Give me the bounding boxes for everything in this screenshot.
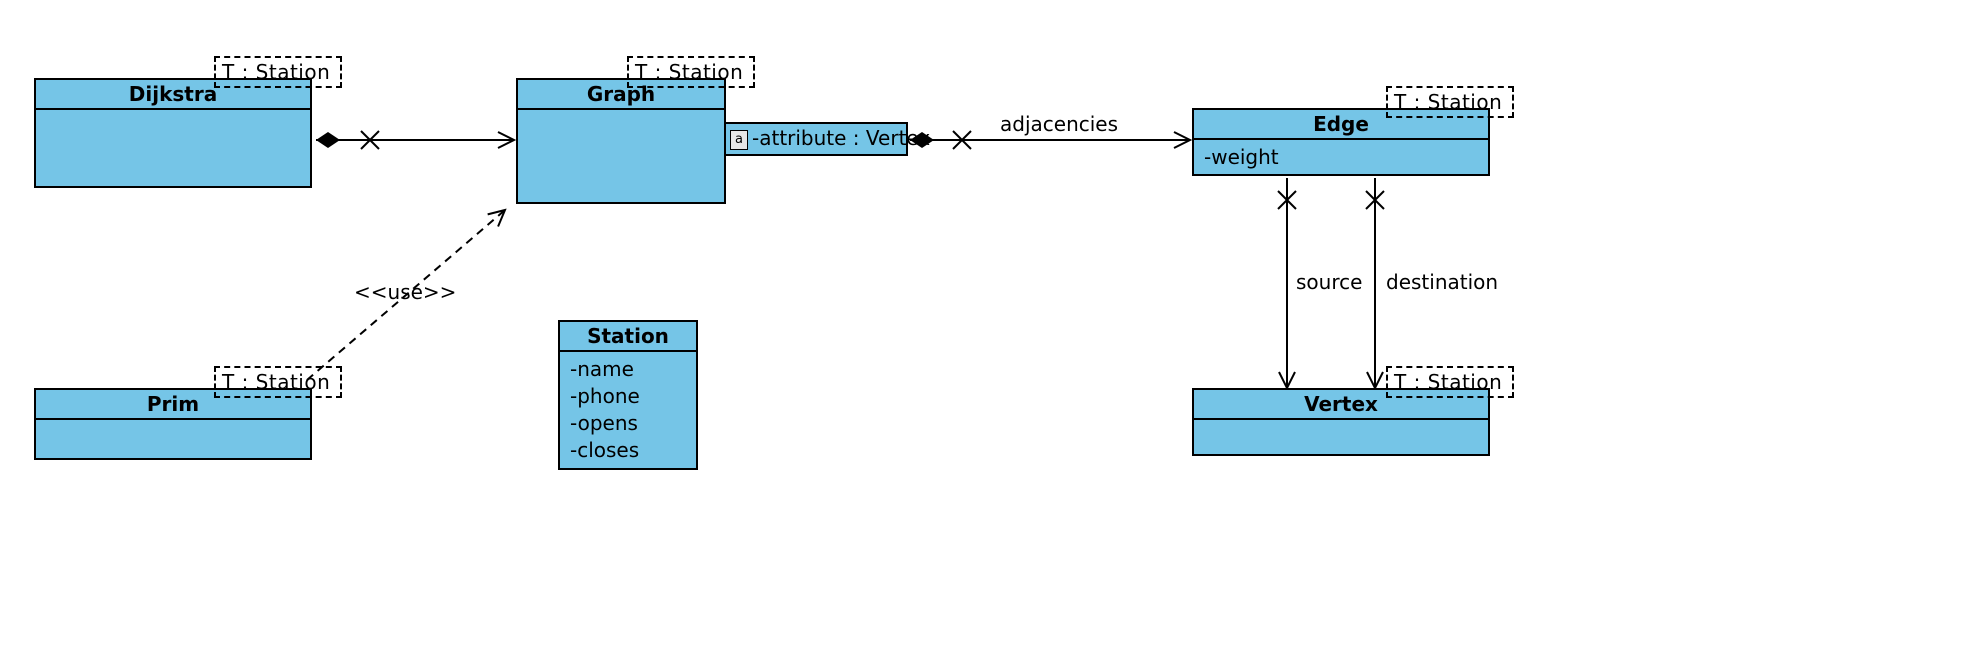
template-edge: T : Station bbox=[1386, 86, 1514, 118]
station-attr: -opens bbox=[570, 410, 686, 437]
station-attr: -closes bbox=[570, 437, 686, 464]
class-prim: Prim bbox=[34, 388, 312, 460]
class-edge-attrs: -weight bbox=[1194, 140, 1488, 175]
class-graph: Graph bbox=[516, 78, 726, 204]
class-edge: Edge -weight bbox=[1192, 108, 1490, 176]
class-vertex: Vertex bbox=[1192, 388, 1490, 456]
template-graph: T : Station bbox=[627, 56, 755, 88]
label-source: source bbox=[1296, 270, 1362, 294]
class-station: Station -name -phone -opens -closes bbox=[558, 320, 698, 470]
label-adjacencies: adjacencies bbox=[1000, 112, 1118, 136]
graph-nested-attr-text: -attribute : Vertex bbox=[752, 126, 930, 150]
graph-nested-attr: a-attribute : Vertex bbox=[724, 122, 908, 156]
class-station-title: Station bbox=[560, 322, 696, 352]
class-dijkstra: Dijkstra bbox=[34, 78, 312, 188]
station-attr: -phone bbox=[570, 383, 686, 410]
edge-attr: -weight bbox=[1204, 144, 1478, 171]
station-attr: -name bbox=[570, 356, 686, 383]
template-vertex: T : Station bbox=[1386, 366, 1514, 398]
graph-nested-marker-icon: a bbox=[730, 130, 748, 150]
template-dijkstra: T : Station bbox=[214, 56, 342, 88]
template-prim: T : Station bbox=[214, 366, 342, 398]
label-destination: destination bbox=[1386, 270, 1498, 294]
class-station-attrs: -name -phone -opens -closes bbox=[560, 352, 696, 468]
label-use: <<use>> bbox=[354, 280, 456, 304]
